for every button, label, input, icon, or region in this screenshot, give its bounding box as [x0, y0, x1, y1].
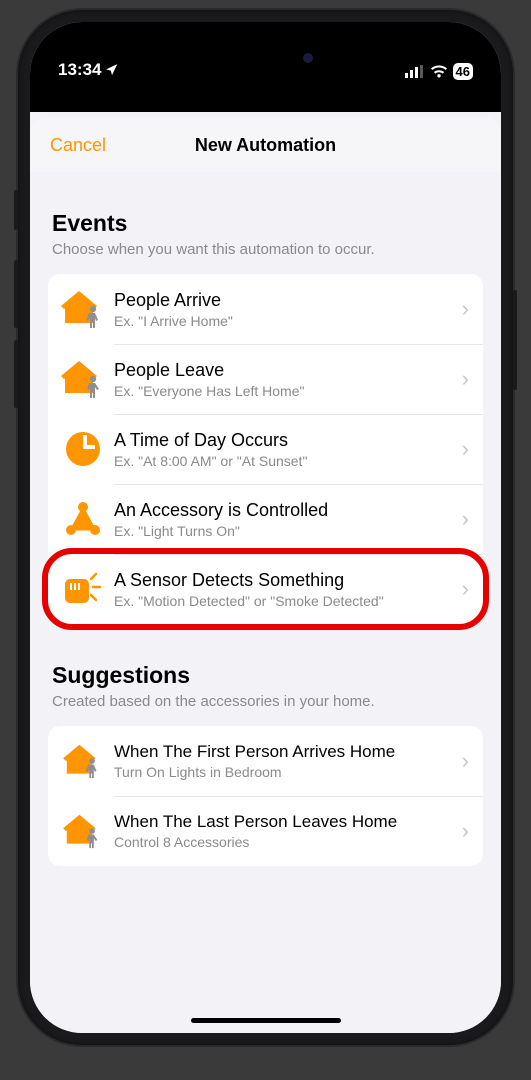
- home-person-arrive-icon: [60, 286, 106, 332]
- events-title: Events: [52, 210, 479, 237]
- chevron-right-icon: ›: [456, 818, 469, 844]
- suggestion-row-first-arrives[interactable]: When The First Person Arrives Home Turn …: [48, 726, 483, 796]
- modal-sheet: Cancel New Automation Events Choose when…: [30, 118, 501, 1033]
- page-title: New Automation: [195, 135, 336, 156]
- event-title: A Sensor Detects Something: [114, 570, 456, 591]
- suggestions-title: Suggestions: [52, 662, 479, 689]
- location-icon: [105, 63, 119, 77]
- event-title: People Arrive: [114, 290, 456, 311]
- dynamic-island: [201, 40, 331, 76]
- chevron-right-icon: ›: [456, 506, 469, 532]
- screen: 13:34 46 Search: [30, 22, 501, 1033]
- battery-icon: 46: [453, 63, 473, 80]
- home-indicator[interactable]: [191, 1018, 341, 1023]
- suggestion-sub: Control 8 Accessories: [114, 834, 456, 850]
- home-person-leave-icon: [60, 356, 106, 402]
- suggestion-sub: Turn On Lights in Bedroom: [114, 764, 456, 780]
- event-sub: Ex. "Motion Detected" or "Smoke Detected…: [114, 593, 456, 609]
- suggestion-title: When The Last Person Leaves Home: [114, 812, 456, 832]
- accessory-network-icon: [60, 496, 106, 542]
- status-time: 13:34: [58, 60, 101, 80]
- cellular-icon: [405, 65, 425, 78]
- event-sub: Ex. "At 8:00 AM" or "At Sunset": [114, 453, 456, 469]
- events-list: People Arrive Ex. "I Arrive Home" ›: [48, 274, 483, 624]
- cancel-button[interactable]: Cancel: [50, 135, 106, 156]
- home-person-leave-icon: [60, 808, 106, 854]
- event-row-people-arrive[interactable]: People Arrive Ex. "I Arrive Home" ›: [48, 274, 483, 344]
- event-sub: Ex. "I Arrive Home": [114, 313, 456, 329]
- event-sub: Ex. "Everyone Has Left Home": [114, 383, 456, 399]
- event-sub: Ex. "Light Turns On": [114, 523, 456, 539]
- event-title: People Leave: [114, 360, 456, 381]
- chevron-right-icon: ›: [456, 576, 469, 602]
- chevron-right-icon: ›: [456, 748, 469, 774]
- nav-bar: Cancel New Automation: [30, 118, 501, 172]
- phone-frame: 13:34 46 Search: [18, 10, 513, 1045]
- chevron-right-icon: ›: [456, 366, 469, 392]
- events-header: Events Choose when you want this automat…: [48, 172, 483, 262]
- suggestions-subtitle: Created based on the accessories in your…: [52, 693, 479, 710]
- suggestions-header: Suggestions Created based on the accesso…: [48, 624, 483, 714]
- suggestion-title: When The First Person Arrives Home: [114, 742, 456, 762]
- suggestions-list: When The First Person Arrives Home Turn …: [48, 726, 483, 866]
- home-person-arrive-icon: [60, 738, 106, 784]
- event-title: A Time of Day Occurs: [114, 430, 456, 451]
- suggestion-row-last-leaves[interactable]: When The Last Person Leaves Home Control…: [48, 796, 483, 866]
- event-row-sensor-detects[interactable]: A Sensor Detects Something Ex. "Motion D…: [48, 554, 483, 624]
- chevron-right-icon: ›: [456, 296, 469, 322]
- event-row-people-leave[interactable]: People Leave Ex. "Everyone Has Left Home…: [48, 344, 483, 414]
- event-row-accessory-controlled[interactable]: An Accessory is Controlled Ex. "Light Tu…: [48, 484, 483, 554]
- events-subtitle: Choose when you want this automation to …: [52, 241, 479, 258]
- sensor-icon: [60, 566, 106, 612]
- event-title: An Accessory is Controlled: [114, 500, 456, 521]
- event-row-time-of-day[interactable]: A Time of Day Occurs Ex. "At 8:00 AM" or…: [48, 414, 483, 484]
- chevron-right-icon: ›: [456, 436, 469, 462]
- clock-icon: [60, 426, 106, 472]
- wifi-icon: [430, 65, 448, 78]
